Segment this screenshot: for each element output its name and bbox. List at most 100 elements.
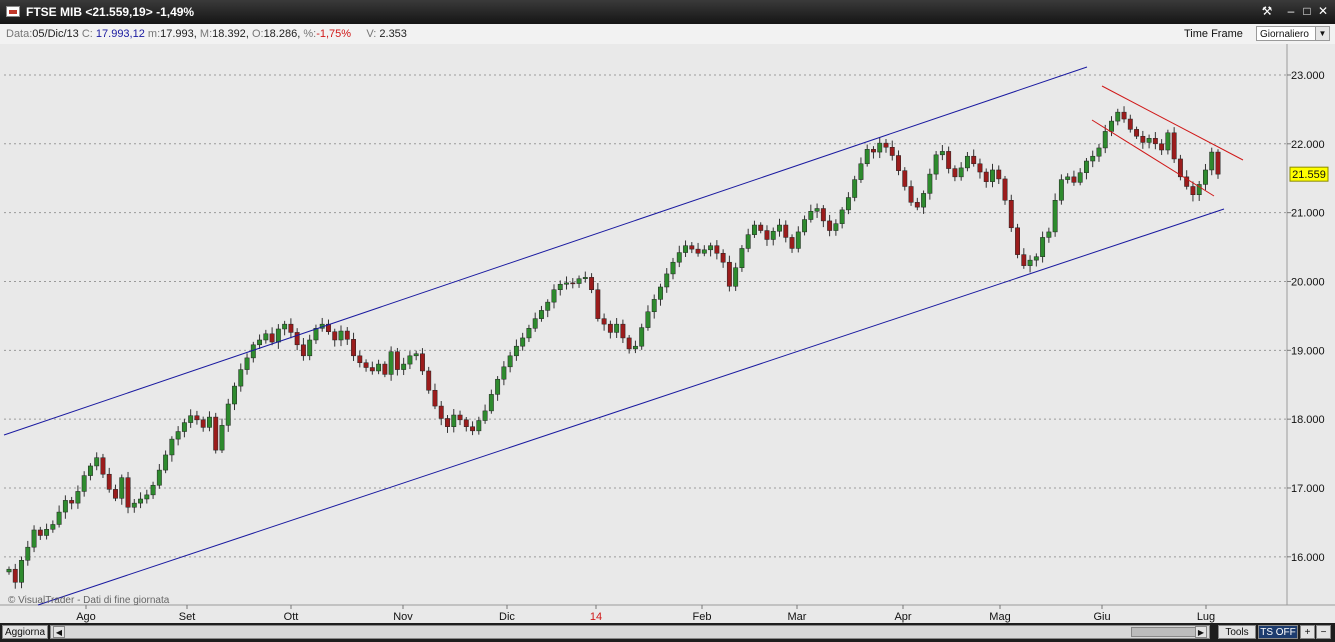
candle-body: [1140, 135, 1146, 143]
candle-body: [413, 353, 419, 357]
candle-body: [607, 323, 613, 333]
candle-body: [877, 142, 883, 153]
candle-body: [520, 337, 526, 347]
candle-body: [369, 367, 375, 372]
y-tick-label: 21.000: [1291, 208, 1325, 220]
candle-body: [921, 193, 927, 208]
candle-body: [376, 363, 382, 372]
candle-body: [307, 339, 313, 357]
x-tick-label: 14: [590, 611, 602, 623]
candle-body: [388, 351, 394, 375]
price-chart[interactable]: 16.000 17.000 18.000 19.000 20.000 21.000 22.0…: [0, 44, 1335, 623]
candle-body: [701, 249, 707, 254]
candle-body: [25, 546, 31, 561]
candle-body: [864, 149, 870, 165]
candle-body: [789, 237, 795, 249]
candle-body: [1152, 138, 1158, 145]
x-tick-label: Ott: [284, 611, 299, 623]
candle-body: [282, 323, 288, 330]
candle-body: [394, 351, 400, 370]
candle-body: [338, 330, 344, 341]
zoom-out-icon[interactable]: −: [1316, 625, 1331, 639]
candle-body: [407, 355, 413, 365]
x-tick-label: Ago: [76, 611, 96, 623]
candle-body: [419, 353, 425, 372]
candle-body: [1015, 227, 1020, 255]
candle-body: [50, 524, 56, 530]
candle-body: [426, 370, 432, 391]
candle-body: [576, 278, 582, 284]
open-value: 18.286: [263, 28, 298, 40]
candle-body: [582, 277, 588, 279]
candle-body: [889, 147, 895, 156]
candle-body: [100, 457, 106, 475]
aggiorna-button[interactable]: Aggiorna: [2, 625, 48, 639]
candle-body: [238, 369, 244, 387]
candle-body: [1071, 176, 1077, 183]
candle-body: [81, 475, 87, 492]
y-tick-label: 22.000: [1291, 139, 1325, 151]
change-label: %:: [303, 28, 317, 40]
scroll-left-icon[interactable]: ◀: [53, 626, 65, 638]
candle-body: [883, 142, 889, 148]
candle-body: [564, 282, 569, 285]
candle-body: [683, 245, 688, 253]
tools-pin-icon[interactable]: ⚒: [1258, 3, 1276, 20]
high-label: M:: [199, 28, 213, 40]
candle-body: [257, 339, 263, 346]
x-tick-label: Feb: [693, 611, 712, 623]
candle-body: [777, 224, 782, 232]
high-value: 18.392: [212, 28, 246, 40]
candle-body: [476, 420, 482, 432]
candle-body: [19, 560, 24, 583]
x-tick-label: Dic: [499, 611, 515, 623]
candle-body: [1171, 132, 1177, 160]
zoom-in-icon[interactable]: +: [1300, 625, 1315, 639]
candle-body: [113, 489, 118, 499]
close-value: 17.993,12: [95, 28, 145, 40]
candle-body: [589, 277, 595, 290]
candle-body: [75, 491, 81, 504]
chart-window-icon: [6, 6, 20, 17]
candle-body: [620, 323, 626, 339]
scroll-right-icon[interactable]: ▶: [1195, 626, 1207, 638]
candle-body: [1084, 160, 1089, 173]
time-scrollbar[interactable]: ◀ ▶: [50, 625, 1210, 639]
candle-body: [532, 318, 538, 329]
low-label: m:: [147, 28, 161, 40]
y-tick-label: 16.000: [1291, 552, 1325, 564]
app-window: FTSE MIB <21.559,19> -1,49% ⚒ – □ ✕ Data…: [0, 0, 1335, 642]
x-tick-label: Apr: [894, 611, 911, 623]
candle-body: [720, 253, 726, 263]
ts-off-button[interactable]: TS OFF: [1258, 625, 1298, 639]
candle-body: [545, 301, 551, 311]
tools-button[interactable]: Tools: [1218, 625, 1256, 639]
x-tick-label: Nov: [393, 611, 413, 623]
candle-body: [438, 405, 444, 419]
candle-body: [188, 415, 194, 423]
candle-body: [131, 502, 137, 508]
candle-body: [795, 231, 801, 249]
candle-body: [294, 332, 300, 346]
candle-body: [382, 363, 388, 375]
candle-body: [933, 154, 939, 175]
candle-body: [745, 234, 751, 249]
candle-body: [150, 484, 156, 496]
candle-body: [432, 389, 438, 407]
chevron-down-icon[interactable]: ▼: [1315, 27, 1329, 40]
candle-body: [1215, 151, 1221, 175]
candle-body: [1033, 256, 1039, 261]
candle-body: [664, 273, 670, 288]
scrollbar-thumb[interactable]: [1131, 627, 1201, 637]
candle-body: [526, 328, 532, 339]
timeframe-select[interactable]: Giornaliero ▼: [1256, 26, 1330, 41]
candle-body: [507, 355, 513, 368]
candle-body: [250, 344, 256, 359]
candle-body: [939, 151, 945, 156]
candle-body: [244, 357, 250, 370]
y-tick-label: 20.000: [1291, 276, 1325, 288]
y-tick-label: 23.000: [1291, 70, 1325, 82]
candle-body: [1065, 176, 1071, 180]
candle-body: [977, 163, 983, 173]
close-icon[interactable]: ✕: [1314, 3, 1332, 20]
